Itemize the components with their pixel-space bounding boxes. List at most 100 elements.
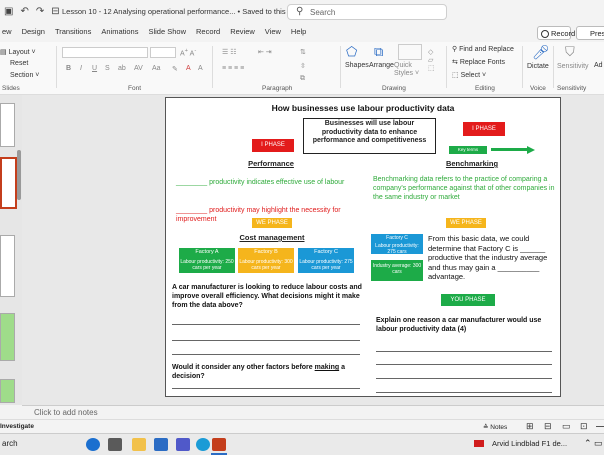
store-icon[interactable] — [108, 438, 122, 451]
ribbon-tabs: ew Design Transitions Animations Slide S… — [0, 27, 306, 41]
sensitivity-icon[interactable]: ⛉ — [565, 44, 575, 60]
align-icons[interactable]: ≡ ≡ ≡ ≡ — [222, 65, 244, 72]
text-direction-icon[interactable]: ⇅ — [300, 48, 306, 56]
answer-line — [172, 324, 360, 325]
slide-canvas[interactable]: How businesses use labour productivity d… — [165, 97, 561, 397]
clear-format-icon[interactable]: A — [198, 65, 203, 72]
arrange-button[interactable]: Arrange — [369, 62, 394, 69]
reset-button[interactable]: Reset — [10, 60, 28, 67]
char-spacing-icon[interactable]: AV — [134, 65, 143, 72]
bold-icon[interactable]: B — [66, 65, 71, 72]
highlight-icon[interactable]: ✎ — [172, 65, 178, 73]
smartart-icon[interactable]: ⧉ — [300, 75, 305, 83]
outlook-icon[interactable] — [154, 438, 168, 451]
dictate-button[interactable]: Dictate — [527, 63, 549, 70]
news-widget-text[interactable]: Arvid Lindblad F1 de... — [492, 439, 567, 448]
tab-view[interactable]: View — [265, 27, 281, 41]
zoom-slider[interactable] — [596, 426, 604, 427]
we-phase-right-badge: WE PHASE — [446, 218, 486, 228]
font-size-dropdown[interactable] — [150, 47, 176, 58]
tab-design[interactable]: Design — [22, 27, 45, 41]
slide-thumbnail[interactable] — [0, 235, 15, 297]
font-size-buttons[interactable]: A+ A- — [180, 48, 196, 57]
tab-review[interactable]: Review — [230, 27, 255, 41]
quick-styles-icon[interactable] — [398, 44, 422, 60]
layout-button[interactable]: ▤ Layout ˅ — [0, 48, 36, 56]
microphone-icon[interactable]: 🎤︎ — [532, 44, 550, 61]
tray-icons[interactable]: ⌃ ▭ — [584, 438, 603, 449]
answer-line — [172, 388, 360, 389]
shapes-button[interactable]: Shapes — [345, 62, 369, 69]
indent-icon[interactable]: ⇤ ⇥ — [258, 48, 272, 56]
strikethrough-icon[interactable]: ab — [118, 65, 126, 72]
app-icon[interactable] — [196, 438, 210, 451]
italic-icon[interactable]: I — [80, 65, 82, 72]
document-title[interactable]: Lesson 10 - 12 Analysing operational per… — [62, 7, 306, 16]
sensitivity-button[interactable]: Sensitivity — [557, 63, 589, 70]
performance-heading: Performance — [248, 159, 294, 168]
slide-thumbnail[interactable] — [0, 103, 15, 147]
thumbnail-scrollbar[interactable] — [17, 150, 21, 200]
tab-help[interactable]: Help — [291, 27, 306, 41]
slideshow-view-icon[interactable]: ⊡ — [580, 421, 588, 432]
find-replace-button[interactable]: ⚲ Find and Replace — [452, 45, 514, 53]
slide-sorter-icon[interactable]: ⊟ — [544, 421, 552, 432]
shadow-icon[interactable]: S — [105, 65, 110, 72]
redo-icon[interactable]: ↷ — [36, 6, 44, 17]
select-button[interactable]: ⬚ Select ˅ — [452, 71, 486, 79]
normal-view-icon[interactable]: ⊞ — [526, 421, 534, 432]
present-from-start-icon[interactable]: ⊟ — [51, 6, 59, 17]
tab-view-partial[interactable]: ew — [2, 27, 12, 41]
status-accessibility[interactable]: Investigate — [0, 423, 34, 430]
slide-thumbnail-selected[interactable] — [0, 157, 17, 209]
factory-value: Labour productivity: 300 cars per year — [239, 259, 293, 271]
bullets-icon[interactable]: ☰ ☷ — [222, 48, 237, 56]
tab-slide-show[interactable]: Slide Show — [148, 27, 186, 41]
question-right: Explain one reason a car manufacturer wo… — [376, 317, 542, 333]
underline-icon[interactable]: U — [92, 65, 97, 72]
edge-icon[interactable] — [86, 438, 100, 451]
align-text-icon[interactable]: ⇳ — [300, 62, 306, 70]
quick-styles-button[interactable]: Quick Styles ˅ — [394, 62, 428, 78]
sensitivity-group-label: Sensitivity — [557, 85, 587, 92]
font-color-icon[interactable]: A — [186, 65, 191, 72]
notes-toggle-button[interactable]: ≙ Notes — [483, 423, 507, 431]
news-widget-icon[interactable] — [474, 440, 484, 447]
save-icon[interactable]: ▣ — [4, 6, 13, 17]
arrange-icon[interactable]: ⧉ — [374, 44, 383, 60]
slides-group-label: Slides — [2, 85, 20, 92]
slide-thumbnail[interactable] — [0, 313, 15, 361]
tab-transitions[interactable]: Transitions — [55, 27, 91, 41]
search-box[interactable]: ⚲ Search — [287, 4, 447, 20]
change-case-icon[interactable]: Aa — [152, 65, 161, 72]
slide-title: How businesses use labour productivity d… — [271, 103, 455, 113]
slide-thumbnail[interactable] — [0, 379, 15, 403]
tab-record[interactable]: Record — [196, 27, 220, 41]
ribbon-divider — [56, 46, 57, 88]
shape-format-icons[interactable]: ◇ ▱ ⬚ — [428, 48, 435, 72]
tab-animations[interactable]: Animations — [101, 27, 138, 41]
ribbon: ▤ Layout ˅ Reset Section ˅ Slides A+ A- … — [0, 42, 604, 95]
cost-management-heading: Cost management — [239, 233, 305, 242]
center-statement-box: Businesses will use labour productivity … — [303, 118, 436, 154]
file-explorer-icon[interactable] — [132, 438, 146, 451]
teams-icon[interactable] — [176, 438, 190, 451]
benchmarking-heading: Benchmarking — [445, 159, 499, 168]
record-button[interactable]: Record — [537, 26, 575, 40]
font-name-dropdown[interactable] — [62, 47, 148, 58]
taskbar-search[interactable]: arch — [2, 439, 18, 448]
shapes-icon[interactable]: ⬠ — [346, 44, 357, 60]
search-placeholder: Search — [310, 8, 336, 17]
quick-access-toolbar: ▣ ↶ ↷ ⊟ — [4, 6, 60, 17]
present-button[interactable]: Presen — [576, 26, 604, 40]
performance-line-1: ________ productivity indicates effectiv… — [176, 179, 345, 186]
powerpoint-icon[interactable] — [212, 438, 226, 451]
drawing-group-label: Drawing — [382, 85, 406, 92]
answer-line — [376, 351, 552, 352]
undo-icon[interactable]: ↶ — [20, 6, 28, 17]
reading-view-icon[interactable]: ▭ — [562, 421, 571, 432]
notes-pane[interactable]: Click to add notes — [22, 405, 604, 420]
replace-fonts-button[interactable]: ⇆ Replace Fonts — [452, 58, 505, 66]
section-button[interactable]: Section ˅ — [10, 72, 39, 79]
addins-button[interactable]: Ad — [594, 62, 603, 69]
